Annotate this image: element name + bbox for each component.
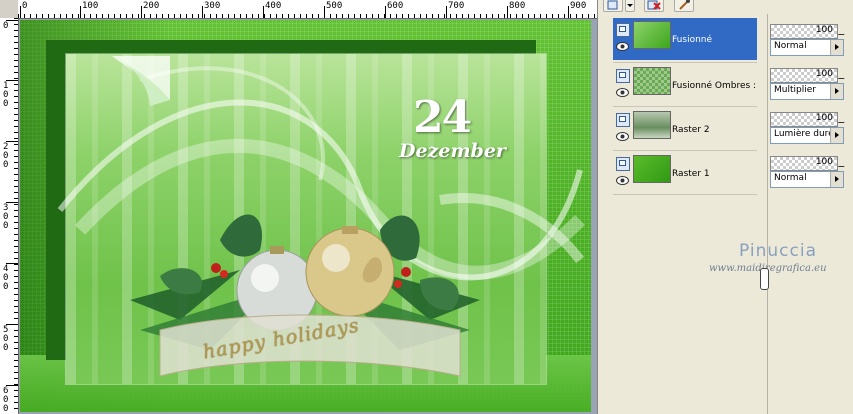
eye-icon[interactable]: [616, 88, 629, 97]
new-layer-button[interactable]: [603, 0, 623, 12]
ruler-top-label-700: 700: [448, 1, 465, 11]
opacity-slider[interactable]: 100: [770, 156, 838, 171]
opacity-value: 100: [815, 113, 833, 123]
ruler-top-label-100: 100: [82, 1, 99, 11]
eye-icon[interactable]: [616, 176, 629, 185]
ruler-top-label-400: 400: [265, 1, 282, 11]
blend-mode-select[interactable]: Multiplier: [770, 83, 844, 100]
opacity-edit-icon[interactable]: [837, 160, 849, 167]
layer-link-icon[interactable]: [616, 157, 630, 171]
chevron-right-icon[interactable]: [830, 172, 843, 187]
ruler-top: 0 100 200 300 400 500 600 700 800 900: [18, 0, 597, 19]
ruler-top-label-0: 0: [22, 1, 28, 11]
ruler-tick: [385, 6, 386, 18]
ruler-tick: [446, 6, 447, 18]
layer-row-raster-2[interactable]: Raster 2: [613, 108, 757, 150]
blend-mode-value: Normal: [774, 173, 807, 183]
ruler-tick: [263, 6, 264, 18]
opacity-edit-icon[interactable]: [837, 28, 849, 35]
layer-row-fusionne-ombres[interactable]: Fusionné Ombres :: [613, 64, 757, 106]
ruler-tick: [80, 6, 81, 18]
chevron-right-icon[interactable]: [830, 128, 843, 143]
opacity-value: 100: [815, 69, 833, 79]
ruler-top-label-200: 200: [143, 1, 160, 11]
layer-link-icon[interactable]: [616, 23, 630, 37]
chevron-down-icon: [627, 4, 633, 7]
layer-thumbnail: [633, 111, 671, 139]
ruler-left-label-0: 0: [3, 21, 9, 31]
layer-divider: [613, 194, 757, 195]
layers-toolbar: [598, 0, 853, 12]
layer-row-fusionne[interactable]: Fusionné: [613, 18, 757, 60]
layer-name: Raster 1: [672, 169, 710, 179]
ruler-left-label-400: 400: [3, 264, 9, 292]
delete-layer-icon: [647, 0, 661, 10]
opacity-value: 100: [815, 157, 833, 167]
edit-layer-button[interactable]: [674, 0, 694, 12]
ruler-top-label-500: 500: [326, 1, 343, 11]
layer-props-raster-2: 100 Lumière dure: [770, 112, 850, 152]
delete-layer-button[interactable]: [644, 0, 664, 12]
layer-new-icon: [607, 0, 618, 10]
ruler-top-label-900: 900: [570, 1, 587, 11]
image-day-number: 24: [413, 92, 472, 143]
chevron-right-icon[interactable]: [830, 40, 843, 55]
blend-mode-select[interactable]: Lumière dure: [770, 127, 844, 144]
ruler-top-label-600: 600: [387, 1, 404, 11]
opacity-slider[interactable]: 100: [770, 24, 838, 39]
layer-row-raster-1[interactable]: Raster 1: [613, 152, 757, 194]
ornament-arrangement: [130, 214, 480, 377]
opacity-edit-icon[interactable]: [837, 72, 849, 79]
blend-mode-value: Normal: [774, 41, 807, 51]
eye-icon[interactable]: [616, 132, 629, 141]
ruler-tick: [20, 6, 21, 18]
layer-thumbnail: [633, 67, 671, 95]
ruler-left-label-600: 600: [3, 386, 9, 414]
layer-thumbnail: [633, 155, 671, 183]
layer-props-raster-1: 100 Normal: [770, 156, 850, 196]
ruler-tick: [202, 6, 203, 18]
ruler-corner: [0, 0, 19, 19]
opacity-slider[interactable]: 100: [770, 68, 838, 83]
layer-divider: [613, 62, 757, 63]
ruler-left-label-500: 500: [3, 325, 9, 353]
blend-mode-value: Lumière dure: [774, 129, 834, 139]
ruler-tick: [568, 6, 569, 18]
blend-mode-value: Multiplier: [774, 85, 816, 95]
ruler-tick: [507, 6, 508, 18]
layer-name: Fusionné Ombres :: [672, 81, 757, 91]
opacity-slider[interactable]: 100: [770, 112, 838, 127]
watermark-name: Pinuccia: [739, 241, 817, 261]
layer-props-fusionne: 100 Normal: [770, 24, 850, 64]
christmas-image[interactable]: 24 Dezember happy holidays: [20, 20, 591, 412]
ruler-left: 0 100 200 300 400 500 600: [0, 18, 19, 414]
layer-divider: [613, 150, 757, 151]
layer-props-fusionne-ombres: 100 Multiplier: [770, 68, 850, 108]
layer-thumbnail: [633, 21, 671, 49]
blend-mode-select[interactable]: Normal: [770, 171, 844, 188]
opacity-value: 100: [815, 25, 833, 35]
eye-icon[interactable]: [616, 42, 629, 51]
ruler-top-label-800: 800: [509, 1, 526, 11]
layer-divider: [613, 106, 757, 107]
mouse-cursor-icon: [760, 268, 769, 290]
layer-link-icon[interactable]: [616, 69, 630, 83]
opacity-edit-icon[interactable]: [837, 116, 849, 123]
ruler-tick: [141, 6, 142, 18]
layer-name: Raster 2: [672, 125, 710, 135]
new-layer-dropdown[interactable]: [625, 0, 635, 12]
ruler-left-label-200: 200: [3, 142, 9, 170]
ruler-left-label-100: 100: [3, 81, 9, 109]
panel-splitter[interactable]: [767, 14, 768, 414]
brush-icon: [679, 0, 690, 10]
image-month-label: Dezember: [399, 140, 506, 162]
blend-mode-select[interactable]: Normal: [770, 39, 844, 56]
canvas-area[interactable]: 0 100 200 300 400 500 600 700 800 900 0 …: [0, 0, 597, 414]
ruler-tick: [324, 6, 325, 18]
ruler-left-label-300: 300: [3, 203, 9, 231]
layer-link-icon[interactable]: [616, 113, 630, 127]
ruler-top-label-300: 300: [204, 1, 221, 11]
layer-name: Fusionné: [672, 35, 713, 45]
chevron-right-icon[interactable]: [830, 84, 843, 99]
